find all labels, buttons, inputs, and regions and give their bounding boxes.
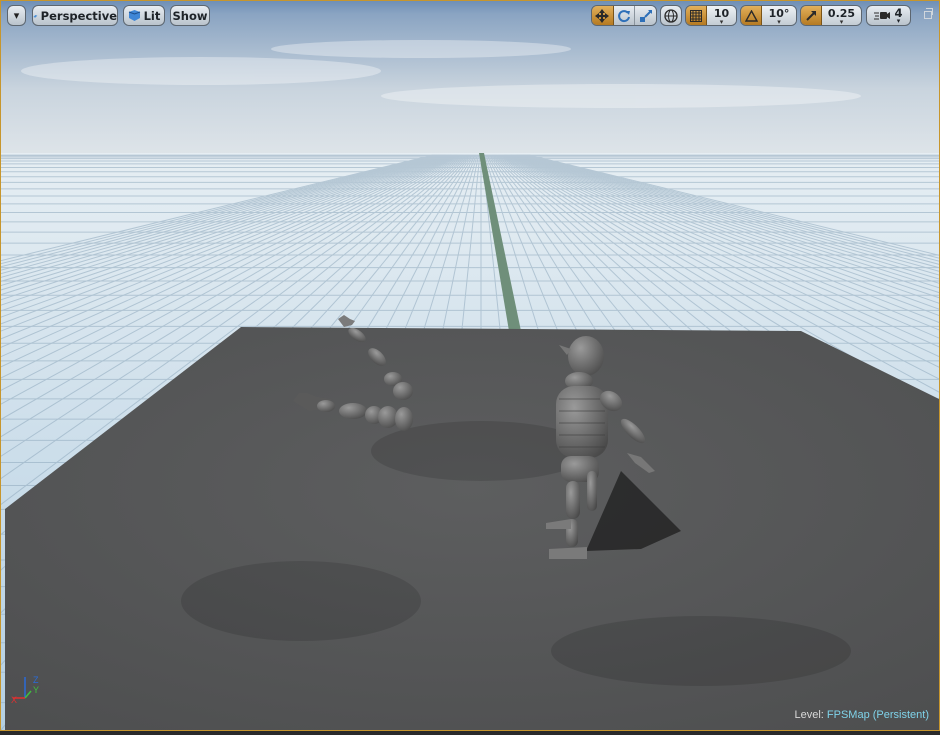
lit-label: Lit [143,8,161,23]
chevron-down-icon: ▾ [13,9,20,22]
camera-speed-icon [874,12,891,20]
grid-snap-toggle[interactable] [686,6,707,25]
scale-button[interactable] [635,6,656,25]
world-local-toggle[interactable] [660,5,682,26]
rotation-snap-value-dropdown[interactable]: 10° ▾ [762,6,796,25]
rotation-snap-icon [744,9,758,22]
show-button[interactable]: Show [170,5,210,26]
scale-snap-toggle[interactable] [801,6,822,25]
chevron-down-icon: ▾ [896,16,901,25]
scale-snap-value-dropdown[interactable]: 0.25 ▾ [822,6,861,25]
transform-tools [591,5,657,26]
level-name: FPSMap (Persistent) [826,709,929,721]
translate-icon [595,8,610,23]
viewport-options-button[interactable]: ▾ [7,5,26,26]
grid-snap-icon [690,9,702,22]
show-label: Show [172,8,208,23]
chevron-down-icon: ▾ [777,17,781,26]
grid-snap-group: 10 ▾ [685,5,737,26]
camera-speed-button[interactable]: 4 ▾ [866,5,911,26]
scale-snap-icon [806,10,816,21]
axis-z-label: Z [33,675,39,685]
globe-icon [664,8,678,23]
axis-x-label: X [11,695,17,705]
chevron-down-icon: ▾ [719,17,724,26]
level-viewport[interactable]: Z Y X ▾ Perspective Lit Show 10 ▾ 10° ▾ … [0,0,940,731]
scale-snap-group: 0.25 ▾ [800,5,862,26]
rotation-snap-toggle[interactable] [741,6,762,25]
perspective-button[interactable]: Perspective [32,5,118,26]
perspective-cube-icon [33,14,38,18]
rotate-icon [618,9,630,22]
level-prefix: Level: [794,709,824,721]
grid-snap-value-dropdown[interactable]: 10 ▾ [707,6,736,25]
bottom-border [0,731,940,735]
lit-button[interactable]: Lit [123,5,165,26]
viewport-scene[interactable]: Z Y X [1,1,939,730]
chevron-down-icon: ▾ [839,17,844,26]
rotation-snap-group: 10° ▾ [740,5,797,26]
axis-y-label: Y [33,685,39,695]
translate-button[interactable] [592,6,614,25]
camera-speed-value: 4 [894,5,903,20]
lit-sphere-icon [128,10,140,21]
perspective-label: Perspective [40,8,117,23]
restore-icon[interactable] [924,8,933,19]
level-indicator: Level: FPSMap (Persistent) [794,709,929,721]
scale-icon [639,9,652,22]
rotate-button[interactable] [613,6,636,25]
